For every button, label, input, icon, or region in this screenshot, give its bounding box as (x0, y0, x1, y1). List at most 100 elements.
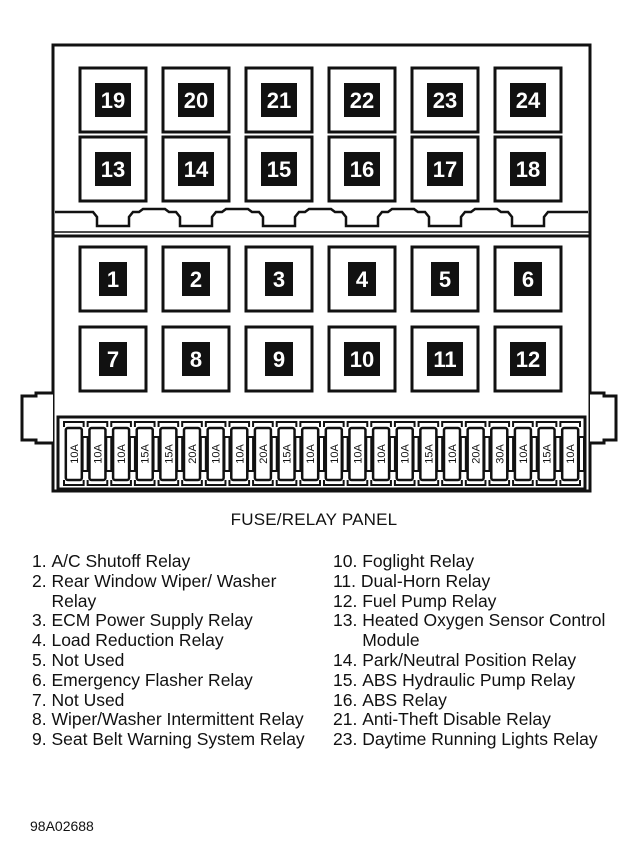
relay-number-label: 8 (190, 347, 202, 372)
relay-number-label: 17 (433, 157, 457, 182)
fuse-rating-label: 10A (116, 444, 128, 464)
fuse-rating-label: 20A (187, 444, 199, 464)
legend-item-text: ECM Power Supply Relay (51, 610, 253, 631)
fuse-rating-label: 10A (234, 444, 246, 464)
relay-20: 20 (161, 66, 231, 134)
fuse-rating-label: 15A (542, 444, 554, 464)
relay-number-label: 24 (516, 88, 541, 113)
left-mounting-tab (20, 391, 53, 445)
fuse-divider (483, 436, 491, 472)
fuse-rating-label: 20A (258, 444, 270, 464)
legend-item: 11. Dual-Horn Relay (333, 570, 623, 592)
fuse-rating-label: 10A (92, 444, 104, 464)
legend-item: 13. Heated Oxygen Sensor Control Module (333, 611, 623, 651)
fuse-rating-label: 10A (376, 444, 388, 464)
legend-item-number: 6. (32, 669, 52, 690)
relay-23: 23 (410, 66, 480, 134)
fuse-rating-label: 10A (211, 444, 223, 464)
legend-item-text: Not Used (51, 649, 125, 670)
legend-item-text: Emergency Flasher Relay (51, 669, 253, 690)
relay-number-label: 19 (101, 88, 125, 113)
relay-13: 13 (78, 135, 148, 203)
figure-id: 98A02688 (30, 818, 94, 834)
fuse-divider (388, 436, 396, 472)
legend-item: 1. A/C Shutoff Relay (32, 551, 322, 572)
legend-item-text: Foglight Relay (362, 551, 475, 571)
legend-item-text: Dual-Horn Relay (360, 570, 491, 591)
legend-item: 4. Load Reduction Relay (32, 630, 322, 651)
fuse-rating-label: 15A (140, 444, 152, 464)
relay-number-label: 15 (267, 157, 291, 182)
legend-item-number: 14. (333, 649, 363, 670)
relay-22: 22 (327, 66, 397, 134)
relay-12: 12 (493, 325, 563, 393)
fuse-divider (223, 436, 231, 472)
legend-item-number: 13. (333, 610, 363, 631)
fuse-divider (554, 436, 562, 472)
fuse-divider (294, 436, 302, 472)
legend-item-text: Park/Neutral Position Relay (362, 649, 577, 670)
legend-item-text: Fuel Pump Relay (362, 590, 497, 611)
legend-item-text: Anti-Theft Disable Relay (362, 709, 551, 730)
legend-item-number: 8. (32, 709, 52, 730)
relay-21: 21 (244, 66, 314, 134)
relay-number-label: 3 (273, 267, 285, 292)
legend-item-text: Seat Belt Warning System Relay (51, 729, 305, 750)
fuse-divider (578, 436, 585, 472)
legend-item-number: 1. (32, 551, 52, 571)
relay-number-label: 5 (439, 267, 451, 292)
legend-item-text: A/C Shutoff Relay (51, 551, 191, 571)
legend-item: 7. Not Used (32, 689, 322, 711)
fuse-divider (365, 436, 373, 472)
fuse-rating-label: 15A (163, 444, 175, 464)
fuse-rating-label: 10A (329, 444, 341, 464)
fuse-divider (530, 436, 538, 472)
legend-item-number: 15. (333, 669, 363, 690)
legend-item: 21. Anti-Theft Disable Relay (333, 710, 623, 730)
relay-number-label: 2 (190, 267, 202, 292)
fuse-rating-label: 15A (423, 444, 435, 464)
legend-item: 8. Wiper/Washer Intermittent Relay (32, 710, 322, 730)
legend-item: 2. Rear Window Wiper/ Washer Relay (32, 570, 322, 612)
fuse-divider (105, 436, 113, 472)
relay-16: 16 (327, 135, 397, 203)
relay-number-label: 10 (350, 347, 374, 372)
relay-3: 3 (244, 245, 314, 313)
legend-item-text: Rear Window Wiper/ Washer Relay (51, 570, 277, 611)
legend-item: 12. Fuel Pump Relay (333, 590, 623, 612)
legend-item-number: 10. (333, 551, 363, 571)
fuse-rating-label: 10A (447, 444, 459, 464)
fuse-rating-label: 15A (282, 444, 294, 464)
legend-item-number: 21. (333, 709, 363, 730)
relay-19: 19 (78, 66, 148, 134)
fuse-divider (176, 436, 184, 472)
relay-18: 18 (493, 135, 563, 203)
legend-item-text: Daytime Running Lights Relay (362, 729, 598, 750)
legend-item: 5. Not Used (32, 649, 322, 671)
legend-item: 15. ABS Hydraulic Pump Relay (333, 669, 623, 691)
relay-number-label: 13 (101, 157, 125, 182)
legend-item: 6. Emergency Flasher Relay (32, 669, 322, 691)
fuse-rating-label: 10A (518, 444, 530, 464)
fuse-rating-label: 20A (471, 444, 483, 464)
legend-item-number: 12. (333, 590, 363, 611)
relay-number-label: 4 (356, 267, 369, 292)
legend-item-text: Not Used (51, 689, 125, 710)
relay-number-label: 1 (107, 267, 119, 292)
panel-title: FUSE/RELAY PANEL (230, 510, 398, 529)
fuse-divider (81, 436, 89, 472)
legend-item-number: 3. (32, 610, 52, 631)
relay-number-label: 20 (184, 88, 208, 113)
relay-14: 14 (161, 135, 231, 203)
legend-item: 9. Seat Belt Warning System Relay (32, 729, 322, 750)
relay-number-label: 12 (516, 347, 540, 372)
fuse-rating-label: 10A (69, 444, 81, 464)
fuse-divider (412, 436, 420, 472)
fuse-divider (247, 436, 255, 472)
fuse-divider (128, 436, 136, 472)
relay-number-label: 9 (273, 347, 285, 372)
fuse-rating-label: 30A (494, 444, 506, 464)
relay-2: 2 (161, 245, 231, 313)
relay-17: 17 (410, 135, 480, 203)
relay-number-label: 6 (522, 267, 534, 292)
